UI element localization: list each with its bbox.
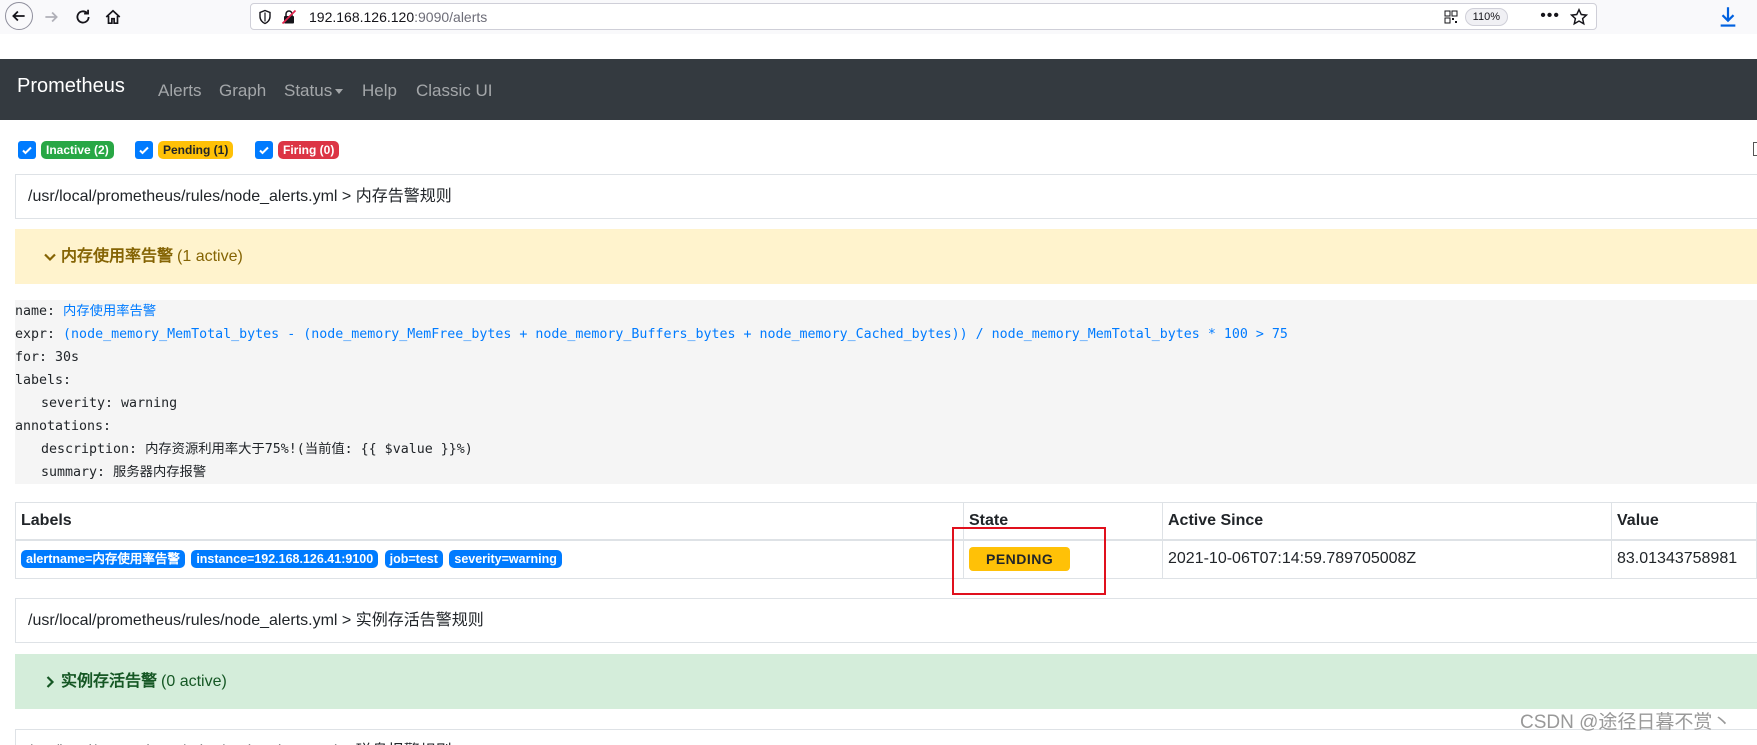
insecure-lock-icon[interactable] xyxy=(281,9,297,25)
rule-def-name-key: name: xyxy=(15,304,64,319)
annotation-highlight-box xyxy=(952,527,1106,595)
nav-status-label: Status xyxy=(284,81,333,100)
label-badge-instance: instance=192.168.126.41:9100 xyxy=(191,550,379,569)
rule-def-expr-key: expr: xyxy=(15,327,64,342)
check-icon xyxy=(259,146,269,155)
address-bar[interactable]: 192.168.126.120:9090/alerts 110% ••• xyxy=(250,3,1597,30)
qr-code-icon[interactable] xyxy=(1444,10,1458,24)
header-active-since: Active Since xyxy=(1162,502,1612,541)
chevron-down-icon xyxy=(44,253,56,262)
home-button[interactable] xyxy=(100,4,126,30)
reload-button[interactable] xyxy=(70,4,96,30)
rule-def-expr-link[interactable]: (node_memory_MemTotal_bytes - (node_memo… xyxy=(63,327,1288,342)
browser-toolbar: 192.168.126.120:9090/alerts 110% ••• xyxy=(0,0,1757,34)
table-row: alertname=内存使用率告警 instance=192.168.126.4… xyxy=(15,539,1757,579)
forward-button[interactable] xyxy=(38,4,64,30)
header-value: Value xyxy=(1611,502,1757,541)
checkbox-inactive[interactable] xyxy=(18,141,36,159)
filter-pending[interactable]: Pending (1) xyxy=(135,140,234,160)
cell-value: 83.01343758981 xyxy=(1611,539,1757,579)
rule-def-expr: expr: (node_memory_MemTotal_bytes - (nod… xyxy=(15,323,1757,346)
checkbox-pending[interactable] xyxy=(135,141,153,159)
brand-logo-text[interactable]: Prometheus xyxy=(17,75,125,98)
table-header-row: Labels State Active Since Value xyxy=(15,502,1757,541)
badge-firing: Firing (0) xyxy=(278,141,340,159)
label-badge-alertname: alertname=内存使用率告警 xyxy=(21,550,185,569)
cropped-checkbox[interactable] xyxy=(1753,142,1757,156)
url-host: 192.168.126.120 xyxy=(309,9,415,25)
rule-active-count: (0 active) xyxy=(161,673,227,690)
zoom-level[interactable]: 110% xyxy=(1464,8,1508,26)
download-icon[interactable] xyxy=(1718,6,1738,28)
label-badge-severity: severity=warning xyxy=(449,550,562,569)
watermark: CSDN @途径日暮不赏丶 xyxy=(1520,712,1732,733)
header-labels: Labels xyxy=(15,502,964,541)
check-icon xyxy=(139,146,149,155)
rule-def-summary: summary: 服务器内存报警 xyxy=(41,465,207,480)
home-icon xyxy=(105,9,121,25)
rule-def-name: name: 内存使用率告警 xyxy=(15,300,1757,323)
badge-pending: Pending (1) xyxy=(158,141,234,159)
rule-def-for: for: 30s xyxy=(15,350,80,365)
rule-header-instance[interactable]: 实例存活告警 (0 active) xyxy=(15,654,1757,709)
url-path: :9090/alerts xyxy=(414,9,488,25)
page-actions-menu[interactable]: ••• xyxy=(1540,7,1560,25)
rule-name: 内存使用率告警 xyxy=(61,248,174,265)
cell-labels: alertname=内存使用率告警 instance=192.168.126.4… xyxy=(15,539,964,579)
reload-icon xyxy=(76,9,90,24)
label-badge-job: job=test xyxy=(384,550,443,569)
nav-status-dropdown[interactable]: Status xyxy=(284,81,344,101)
filter-firing[interactable]: Firing (0) xyxy=(255,140,340,160)
caret-down-icon xyxy=(335,89,344,95)
rule-def-severity: severity: warning xyxy=(41,396,178,411)
arrow-right-icon xyxy=(45,11,58,23)
rule-name: 实例存活告警 xyxy=(61,673,158,690)
chevron-right-icon xyxy=(46,676,55,688)
badge-inactive: Inactive (2) xyxy=(41,141,114,159)
rule-def-labels: labels: xyxy=(15,373,72,388)
checkbox-firing[interactable] xyxy=(255,141,273,159)
arrow-left-icon xyxy=(12,10,25,22)
group-path-disk: /usr/local/prometheus/rules/node_alerts.… xyxy=(15,729,1757,745)
group-path-memory: /usr/local/prometheus/rules/node_alerts.… xyxy=(15,174,1757,219)
check-icon xyxy=(22,146,32,155)
rule-def-annotations: annotations: xyxy=(15,419,112,434)
rule-header-memory[interactable]: 内存使用率告警 (1 active) xyxy=(15,229,1757,284)
back-button[interactable] xyxy=(5,2,33,30)
nav-alerts[interactable]: Alerts xyxy=(158,81,201,101)
rule-active-count: (1 active) xyxy=(177,248,243,265)
nav-graph[interactable]: Graph xyxy=(219,81,266,101)
rule-def-description: description: 内存资源利用率大于75%!(当前值: {{ $valu… xyxy=(41,442,473,457)
shield-icon[interactable] xyxy=(257,9,273,25)
group-path-instance: /usr/local/prometheus/rules/node_alerts.… xyxy=(15,598,1757,643)
cell-active-since: 2021-10-06T07:14:59.789705008Z xyxy=(1162,539,1612,579)
rule-def-name-link[interactable]: 内存使用率告警 xyxy=(63,304,156,319)
filter-inactive[interactable]: Inactive (2) xyxy=(18,140,114,160)
nav-help[interactable]: Help xyxy=(362,81,397,101)
url-text[interactable]: 192.168.126.120:9090/alerts xyxy=(309,9,487,25)
navbar: Prometheus Alerts Graph Status Help Clas… xyxy=(0,59,1757,120)
bookmark-star-icon[interactable] xyxy=(1570,8,1588,26)
nav-classic-ui[interactable]: Classic UI xyxy=(416,81,493,101)
rule-definition: name: 内存使用率告警 expr: (node_memory_MemTota… xyxy=(15,300,1757,484)
alerts-table: Labels State Active Since Value alertnam… xyxy=(15,502,1757,579)
